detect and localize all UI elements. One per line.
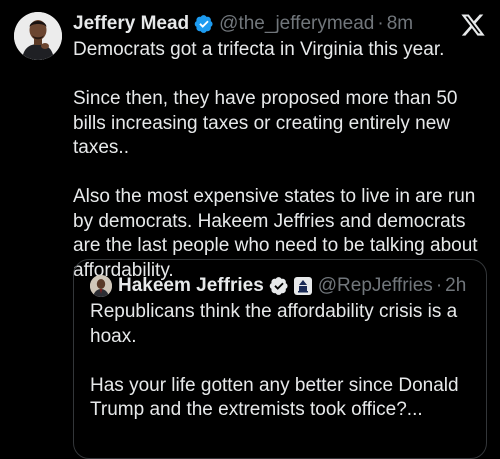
verified-badge-icon — [269, 276, 289, 296]
post-text: Democrats got a trifecta in Virginia thi… — [73, 38, 491, 283]
author-avatar[interactable] — [14, 12, 62, 60]
verified-badge-icon — [194, 14, 214, 34]
quoted-header-separator: · — [435, 275, 443, 296]
quoted-author-handle[interactable]: @RepJeffries — [318, 275, 433, 297]
quoted-post-paragraph: Has your life gotten any better since Do… — [90, 374, 459, 421]
author-handle[interactable]: @the_jefferymead — [219, 13, 374, 35]
post-timestamp[interactable]: 8m — [387, 13, 413, 35]
post-header: Jeffery Mead @the_jefferymead · 8m — [73, 10, 413, 38]
quoted-post-text: Republicans think the affordability cris… — [90, 300, 475, 423]
capitol-badge-icon — [293, 276, 313, 296]
quoted-post-header: Hakeem Jeffries @RepJeffries · 2h — [90, 272, 466, 300]
quoted-post-timestamp[interactable]: 2h — [445, 275, 466, 297]
quoted-post-card[interactable]: Hakeem Jeffries @RepJeffries · 2h Republ… — [73, 259, 487, 459]
author-name[interactable]: Jeffery Mead — [73, 13, 189, 35]
x-logo-icon — [460, 12, 486, 38]
post-paragraph: Democrats got a trifecta in Virginia thi… — [73, 39, 445, 60]
quoted-post-paragraph: Republicans think the affordability cris… — [90, 301, 458, 347]
quoted-author-name[interactable]: Hakeem Jeffries — [118, 275, 264, 297]
post-paragraph: Since then, they have proposed more than… — [73, 88, 458, 158]
header-separator: · — [377, 13, 384, 34]
quoted-author-avatar[interactable] — [90, 275, 112, 297]
